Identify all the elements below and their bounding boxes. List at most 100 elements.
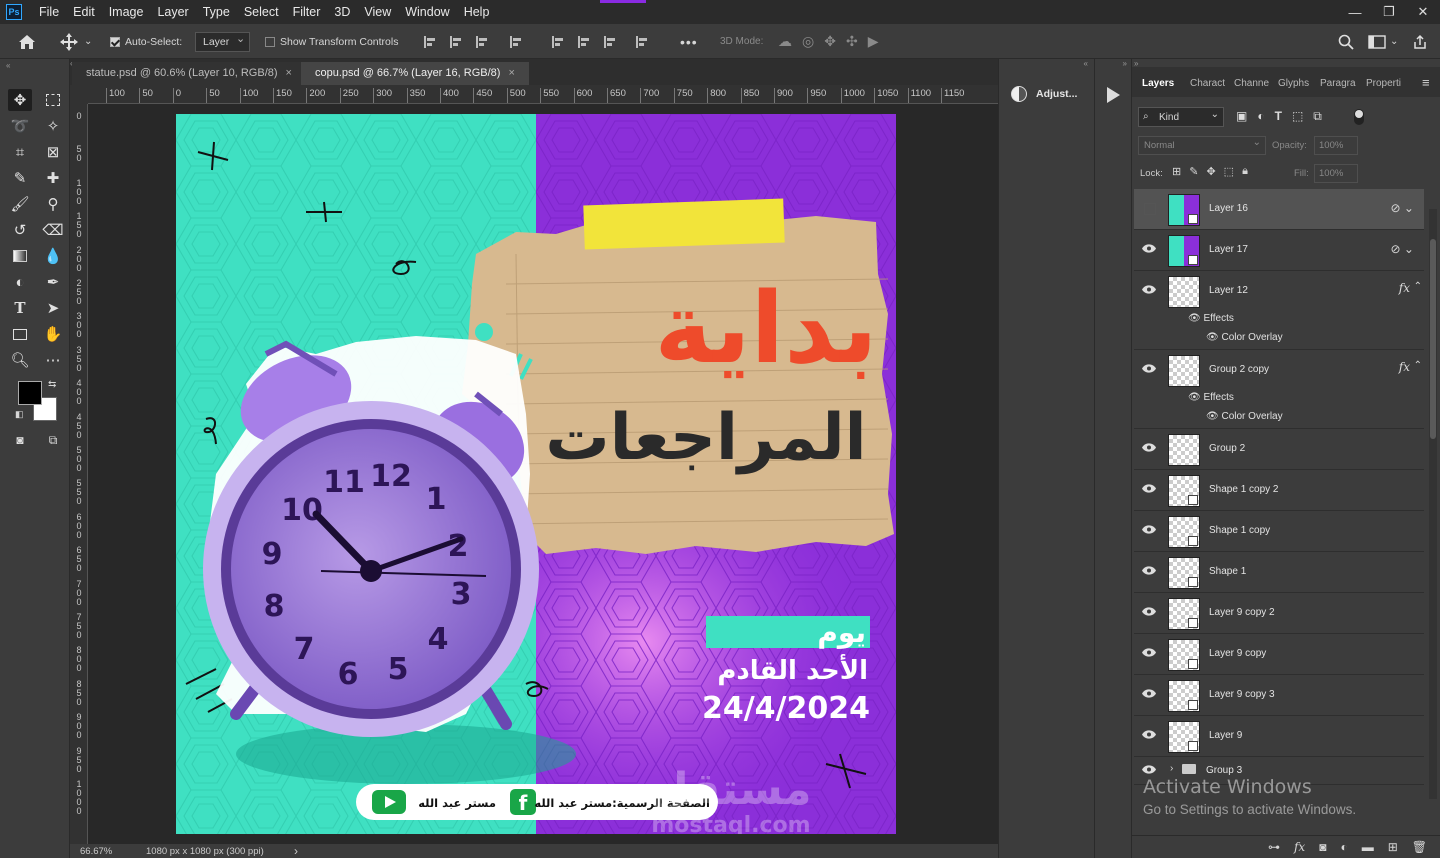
blur-tool-icon[interactable]: 💧 <box>41 245 65 267</box>
link-layers-icon[interactable]: ⊶ <box>1268 840 1280 854</box>
layer-row[interactable]: Layer 9 copy 2 <box>1134 593 1424 634</box>
menu-type[interactable]: Type <box>196 0 237 24</box>
layer-row[interactable]: Layer 9 copy 3 <box>1134 675 1424 716</box>
layer-row[interactable]: Layer 12 fx ⌃ 👁︎ Effects 👁︎ Color Overla… <box>1134 271 1424 350</box>
3d-orbit-icon[interactable]: ☁ <box>778 33 792 50</box>
expand-icon[interactable]: ⌃ <box>1414 360 1422 371</box>
new-group-icon[interactable]: ▬ <box>1362 840 1374 854</box>
tab-paragraph[interactable]: Paragra <box>1320 78 1356 89</box>
filter-type-icon[interactable]: T <box>1275 109 1282 124</box>
layer-row[interactable]: Layer 16 ⊘ ⌄ <box>1134 189 1424 230</box>
layer-row[interactable]: Shape 1 copy 2 <box>1134 470 1424 511</box>
path-selection-icon[interactable]: ➤ <box>41 297 65 319</box>
marquee-tool-icon[interactable] <box>41 89 65 111</box>
overlay-eye-icon[interactable]: 👁︎ <box>1206 332 1221 343</box>
layer-name[interactable]: Layer 17 <box>1209 244 1248 255</box>
adjustments-label[interactable]: Adjust... <box>1036 88 1077 100</box>
menu-edit[interactable]: Edit <box>66 0 102 24</box>
visibility-eye-icon[interactable] <box>1142 484 1156 493</box>
move-tool-icon[interactable]: ✥ <box>8 89 32 111</box>
zoom-tool-icon[interactable]: 🔍︎ <box>8 349 32 371</box>
panel-collapse-icon[interactable]: « <box>1084 59 1088 68</box>
layer-name[interactable]: Group 2 <box>1209 443 1245 454</box>
distribute-icon[interactable] <box>510 35 522 48</box>
tab-statue[interactable]: statue.psd @ 60.6% (Layer 10, RGB/8) × <box>72 62 306 85</box>
filter-pixel-icon[interactable]: ▣ <box>1236 109 1247 124</box>
tab-layers[interactable]: Layers <box>1142 78 1174 89</box>
canvas-area[interactable]: بداية المراجعات 12 1 2 3 4 5 6 7 8 9 10 … <box>88 104 998 844</box>
minimize-icon[interactable]: — <box>1338 0 1372 24</box>
quick-mask-icon[interactable]: ◙ <box>8 429 32 451</box>
expand-icon[interactable]: ⌃ <box>1414 281 1422 292</box>
play-icon[interactable] <box>1107 87 1120 103</box>
gradient-tool-icon[interactable] <box>8 245 32 267</box>
new-adjustment-icon[interactable]: ◐ <box>1340 840 1347 854</box>
adjustments-icon[interactable] <box>1011 86 1027 102</box>
brush-tool-icon[interactable]: 🖌 <box>8 193 32 215</box>
align-right-icon[interactable] <box>476 35 488 48</box>
close-tab-icon[interactable]: × <box>286 67 292 79</box>
foreground-color-swatch[interactable] <box>18 381 42 405</box>
visibility-eye-icon[interactable] <box>1142 689 1156 698</box>
lasso-tool-icon[interactable]: ➰ <box>8 115 32 137</box>
layer-row[interactable]: Shape 1 copy <box>1134 511 1424 552</box>
screen-mode-icon[interactable]: ⧉ <box>41 429 65 451</box>
swap-colors-icon[interactable]: ⇆ <box>48 379 56 390</box>
layer-name[interactable]: Layer 9 copy 2 <box>1209 607 1275 618</box>
3d-pan-icon[interactable]: ✥ <box>824 33 836 50</box>
align-center-icon[interactable] <box>450 35 462 48</box>
pen-tool-icon[interactable]: ✒ <box>41 271 65 293</box>
align-left-icon[interactable] <box>424 35 436 48</box>
menu-select[interactable]: Select <box>237 0 286 24</box>
group-expand-icon[interactable]: › <box>1170 763 1173 774</box>
filter-kind-dropdown[interactable]: ⌕ Kind ⌄ <box>1138 107 1224 127</box>
layer-link-icon[interactable]: ⊘ ⌄ <box>1391 201 1414 215</box>
visibility-eye-icon[interactable] <box>1142 525 1156 534</box>
more-options-icon[interactable]: ••• <box>680 24 698 59</box>
move-tool-icon[interactable]: ⌄ <box>60 24 92 59</box>
layer-row[interactable]: Group 2 <box>1134 429 1424 470</box>
menu-help[interactable]: Help <box>457 0 497 24</box>
strip-collapse-icon[interactable]: » <box>1123 59 1127 68</box>
visibility-eye-icon[interactable] <box>1142 443 1156 452</box>
artwork-canvas[interactable]: بداية المراجعات 12 1 2 3 4 5 6 7 8 9 10 … <box>176 114 896 834</box>
menu-file[interactable]: File <box>32 0 66 24</box>
frame-tool-icon[interactable]: ⊠ <box>41 141 65 163</box>
tab-channels[interactable]: Channe <box>1234 78 1269 89</box>
visibility-eye-icon[interactable] <box>1142 765 1156 774</box>
tab-copu[interactable]: copu.psd @ 66.7% (Layer 16, RGB/8) × <box>301 62 529 85</box>
menu-window[interactable]: Window <box>398 0 456 24</box>
3d-scale-icon[interactable]: ▶ <box>868 33 879 50</box>
layer-name[interactable]: Layer 16 <box>1209 203 1248 214</box>
layer-row[interactable]: Layer 17 ⊘ ⌄ <box>1134 230 1424 271</box>
visibility-eye-icon[interactable] <box>1142 285 1156 294</box>
lock-all-icon[interactable]: 🔒︎ <box>1242 165 1248 178</box>
effects-eye-icon[interactable]: 👁︎ <box>1188 392 1203 403</box>
distribute-vertical-icon[interactable] <box>636 35 648 48</box>
lock-artboard-icon[interactable]: ⬚ <box>1224 165 1234 178</box>
scrollbar-thumb[interactable] <box>1430 239 1436 439</box>
filter-toggle[interactable] <box>1354 109 1364 125</box>
visibility-eye-icon[interactable] <box>1142 648 1156 657</box>
new-layer-icon[interactable]: ⊞ <box>1388 840 1398 854</box>
close-tab-icon[interactable]: × <box>508 67 514 79</box>
layer-row[interactable]: Layer 9 copy <box>1134 634 1424 675</box>
layer-name[interactable]: Group 2 copy <box>1209 364 1269 375</box>
tab-glyphs[interactable]: Glyphs <box>1278 78 1309 89</box>
type-tool-icon[interactable]: T <box>8 297 32 319</box>
eraser-tool-icon[interactable]: ⌫ <box>41 219 65 241</box>
share-icon[interactable] <box>1412 24 1428 59</box>
menu-view[interactable]: View <box>357 0 398 24</box>
add-style-icon[interactable]: fx <box>1294 840 1305 854</box>
3d-roll-icon[interactable]: ◎ <box>802 33 814 50</box>
restore-icon[interactable]: ❐ <box>1372 0 1406 24</box>
close-icon[interactable]: ✕ <box>1406 0 1440 24</box>
layer-name[interactable]: Layer 9 copy 3 <box>1209 689 1275 700</box>
3d-slide-icon[interactable]: ✣ <box>846 33 858 50</box>
layer-row[interactable]: Layer 9 <box>1134 716 1424 757</box>
menu-filter[interactable]: Filter <box>286 0 328 24</box>
lock-position-icon[interactable]: ✥ <box>1206 165 1215 178</box>
layer-row[interactable]: Shape 1 <box>1134 552 1424 593</box>
eyedropper-icon[interactable]: ✎ <box>8 167 32 189</box>
opacity-input[interactable]: 100% <box>1314 136 1358 155</box>
